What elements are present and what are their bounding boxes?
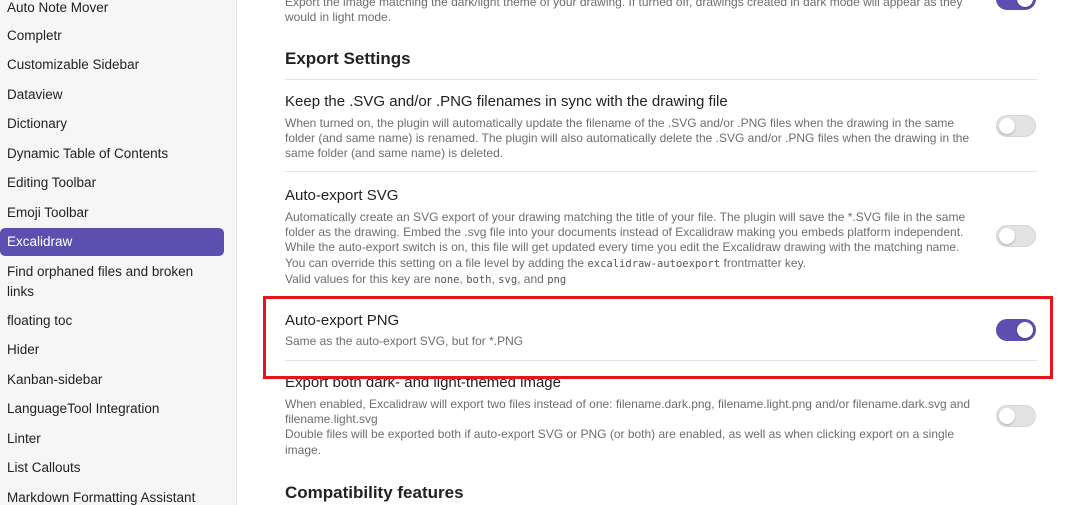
toggle-knob: [999, 228, 1015, 244]
sidebar-item-customizable-sidebar[interactable]: Customizable Sidebar: [0, 55, 224, 75]
frontmatter-key-code: excalidraw-autoexport: [587, 257, 721, 270]
compatibility-features-heading: Compatibility features: [285, 483, 464, 502]
divider: [285, 171, 1037, 172]
sidebar-item-auto-note-mover[interactable]: Auto Note Mover: [0, 0, 224, 18]
separator: ,: [491, 271, 495, 286]
sidebar-item-find-orphaned-files[interactable]: Find orphaned files and broken links: [0, 262, 224, 301]
sidebar-item-emoji-toolbar[interactable]: Emoji Toolbar: [0, 203, 224, 223]
settings-content: Export the image matching the dark/light…: [237, 0, 1071, 505]
export-settings-heading: Export Settings: [285, 49, 411, 68]
sidebar-item-floating-toc[interactable]: floating toc: [0, 311, 224, 331]
value-png-code: png: [547, 273, 567, 286]
auto-export-svg-toggle[interactable]: [996, 225, 1036, 247]
highlight-annotation-box: [263, 296, 1053, 379]
sidebar-item-linter[interactable]: Linter: [0, 429, 224, 449]
toggle-knob: [999, 118, 1015, 134]
export-dark-light-toggle[interactable]: [996, 405, 1036, 427]
sidebar-item-hider[interactable]: Hider: [0, 340, 224, 360]
separator: ,: [459, 271, 463, 286]
toggle-knob: [1017, 0, 1033, 7]
sidebar-item-kanban-sidebar[interactable]: Kanban-sidebar: [0, 370, 224, 390]
sidebar-item-list-callouts[interactable]: List Callouts: [0, 458, 224, 478]
value-none-code: none: [434, 273, 460, 286]
dark-light-desc-1: When enabled, Excalidraw will export two…: [285, 397, 971, 427]
sidebar-item-excalidraw[interactable]: Excalidraw: [0, 228, 224, 256]
dark-light-desc-2: Double files will be exported both if au…: [285, 427, 955, 457]
sidebar-item-completr[interactable]: Completr: [0, 26, 224, 46]
sync-filenames-description: When turned on, the plugin will automati…: [285, 116, 970, 161]
auto-export-svg-title: Auto-export SVG: [285, 187, 399, 204]
value-svg-code: svg: [498, 273, 518, 286]
sidebar-item-editing-toolbar[interactable]: Editing Toolbar: [0, 173, 224, 193]
theme-export-toggle[interactable]: [996, 0, 1036, 10]
sidebar-item-dataview[interactable]: Dataview: [0, 85, 224, 105]
sync-filenames-toggle[interactable]: [996, 115, 1036, 137]
sidebar-item-dictionary[interactable]: Dictionary: [0, 114, 224, 134]
export-dark-light-description: When enabled, Excalidraw will export two…: [285, 397, 975, 458]
sidebar-item-markdown-formatting-assistant[interactable]: Markdown Formatting Assistant: [0, 488, 224, 505]
sync-filenames-title: Keep the .SVG and/or .PNG filenames in s…: [285, 93, 728, 110]
toggle-knob: [999, 408, 1015, 424]
separator: , and: [517, 271, 544, 286]
settings-sidebar: Auto Note Mover Completr Customizable Si…: [0, 0, 237, 505]
divider: [285, 79, 1037, 80]
theme-export-description: Export the image matching the dark/light…: [285, 0, 963, 25]
svg-desc-text-2: frontmatter key.: [723, 255, 807, 270]
sidebar-item-dynamic-toc[interactable]: Dynamic Table of Contents: [0, 144, 224, 164]
svg-valid-values-text: Valid values for this key are: [285, 271, 431, 286]
value-both-code: both: [466, 273, 492, 286]
auto-export-svg-description: Automatically create an SVG export of yo…: [285, 210, 975, 288]
sidebar-item-languagetool[interactable]: LanguageTool Integration: [0, 399, 224, 419]
